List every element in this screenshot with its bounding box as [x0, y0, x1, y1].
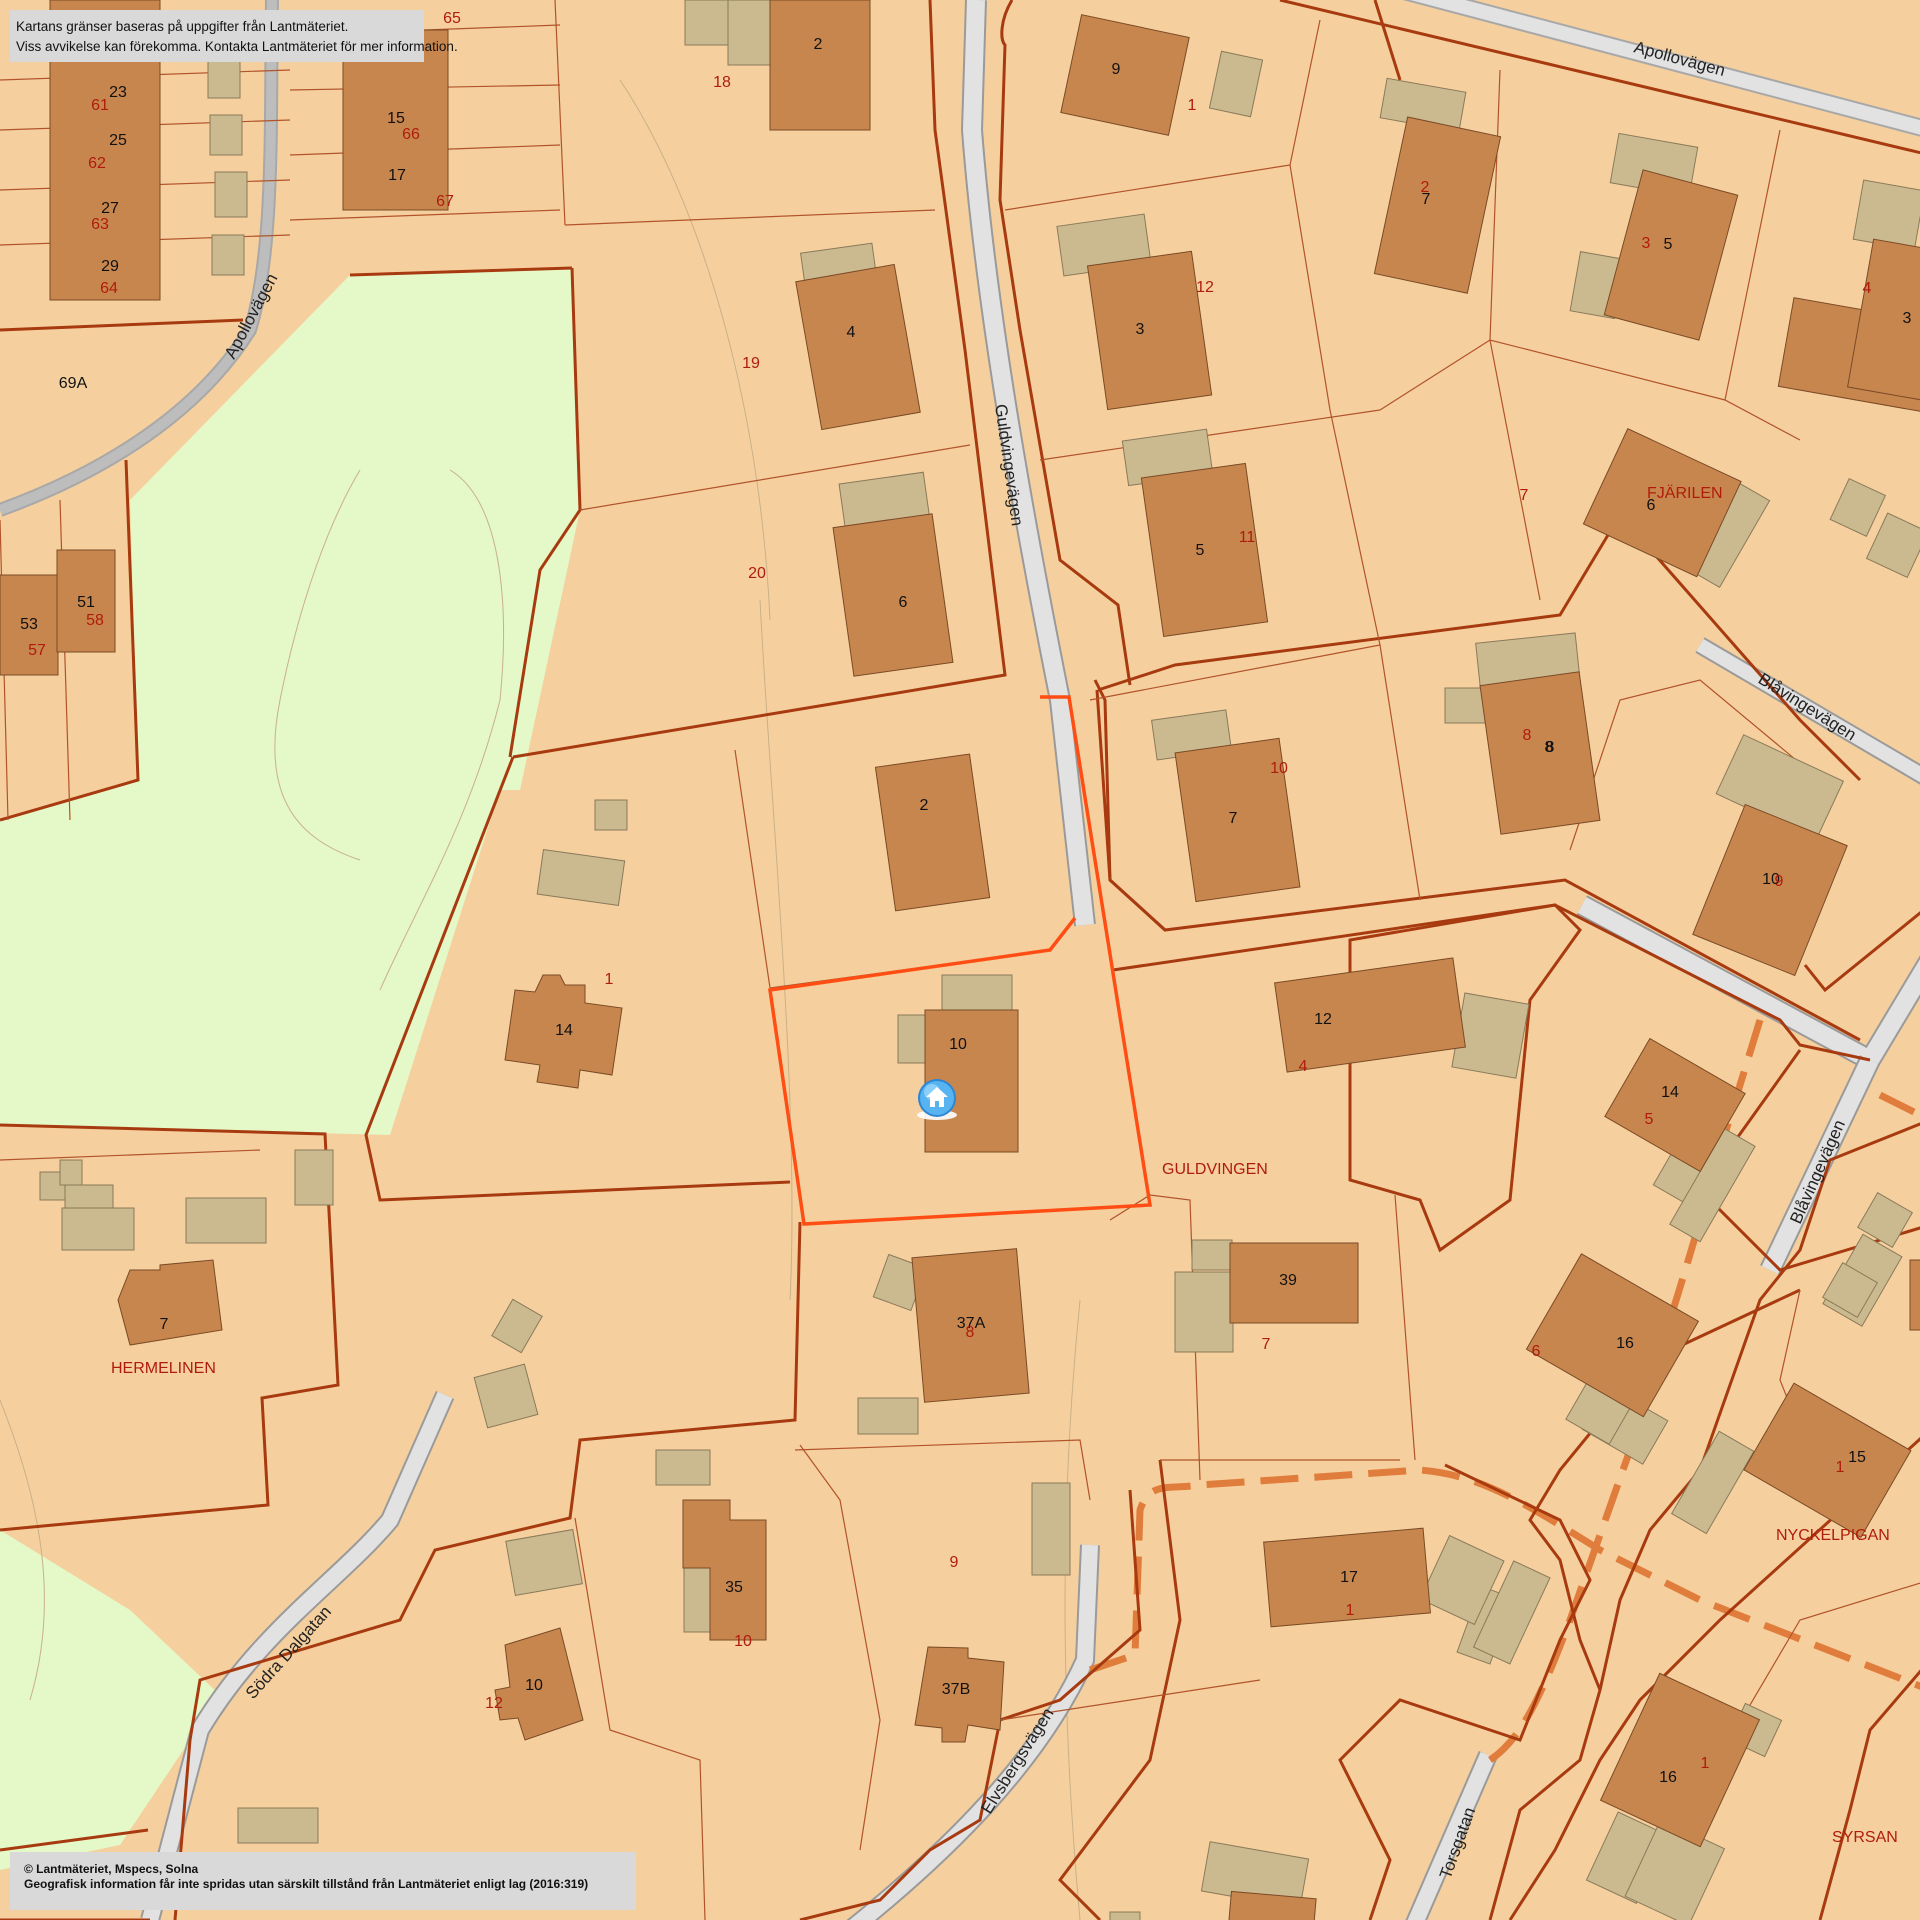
house-number: 2: [814, 36, 823, 53]
parcel-number: 58: [86, 612, 104, 629]
house-number: 6: [1647, 497, 1656, 514]
block-label-fjarilen: FJÄRILEN: [1647, 484, 1723, 502]
parcel-number: 1: [1836, 1459, 1845, 1476]
house-number: 3: [1903, 310, 1912, 327]
house-number: 10: [525, 1677, 543, 1694]
house-number: 8: [1545, 739, 1554, 756]
parcel-number: 8: [1523, 727, 1532, 744]
parcel-number: 4: [1299, 1058, 1308, 1075]
parcel-number: 12: [485, 1695, 503, 1712]
house-number: 5: [1664, 236, 1673, 253]
parcel-number: 9: [1775, 873, 1784, 890]
parcel-number: 1: [1346, 1602, 1355, 1619]
parcel-number: 1: [605, 971, 614, 988]
parcel-number: 5: [1645, 1111, 1654, 1128]
boundary-disclaimer: Kartans gränser baseras på uppgifter frå…: [10, 10, 458, 62]
house-number: 51: [77, 594, 95, 611]
block-label-syrsan: SYRSAN: [1832, 1829, 1898, 1846]
parcel-number: 66: [402, 126, 420, 143]
disclaimer-line-1: Kartans gränser baseras på uppgifter frå…: [16, 19, 349, 34]
parcel-number: 57: [28, 642, 46, 659]
house-number: 23: [109, 84, 127, 101]
block-label-nyckelpigan: NYCKELPIGAN: [1776, 1527, 1890, 1544]
parcel-number: 63: [91, 216, 109, 233]
house-number: 27: [101, 200, 119, 217]
parcel-number: 11: [1239, 529, 1256, 546]
house-number: 16: [1616, 1335, 1634, 1352]
house-number: 15: [387, 110, 405, 127]
house-number: 3: [1136, 321, 1145, 338]
parcel-number: 1: [1701, 1755, 1710, 1772]
house-number: 14: [555, 1022, 573, 1039]
parcel-number: 3: [1642, 235, 1651, 252]
house-number: 7: [1229, 810, 1238, 827]
house-number: 16: [1659, 1769, 1677, 1786]
parcel-number: 64: [100, 280, 118, 297]
house-number: 53: [20, 616, 38, 633]
house-number: 69A: [59, 375, 88, 392]
house-number: 25: [109, 132, 127, 149]
parcel-number: 19: [742, 355, 760, 372]
parcel-number: 10: [734, 1633, 752, 1650]
parcel-number: 61: [91, 97, 109, 114]
parcel-number: 67: [436, 193, 454, 210]
house-number: 5: [1196, 542, 1205, 559]
parcel-number: 7: [1520, 487, 1529, 504]
parcel-number: 4: [1863, 280, 1872, 297]
house-number: 4: [847, 324, 856, 341]
copyright-notice: © Lantmäteriet, Mspecs, Solna Geografisk…: [10, 1852, 636, 1910]
parcel-number: 18: [713, 74, 731, 91]
house-number: 9: [1112, 61, 1121, 78]
parcel-number: 9: [950, 1554, 959, 1571]
disclaimer-line-2: Viss avvikelse kan förekomma. Kontakta L…: [16, 39, 458, 54]
house-number: 29: [101, 258, 119, 275]
parcel-number: 6: [1532, 1343, 1541, 1360]
house-number: 2: [920, 797, 929, 814]
house-number: 39: [1279, 1272, 1297, 1289]
parcel-number: 2: [1421, 179, 1430, 196]
house-number: 7: [160, 1316, 169, 1333]
parcel-number: 1: [1188, 97, 1197, 114]
house-number: 17: [388, 167, 406, 184]
block-label-hermelinen: HERMELINEN: [111, 1360, 216, 1377]
parcel-number: 10: [1270, 760, 1288, 777]
house-number: 15: [1848, 1449, 1866, 1466]
parcel-number: 7: [1262, 1336, 1271, 1353]
house-number: 14: [1661, 1084, 1679, 1101]
parcel-number: 20: [748, 565, 766, 582]
property-map[interactable]: Apollovägen Apollovägen Guldvingevägen B…: [0, 0, 1920, 1920]
parcel-number: 62: [88, 155, 106, 172]
house-number-selected: 10: [949, 1036, 967, 1053]
house-number: 35: [725, 1579, 743, 1596]
parcel-number: 12: [1196, 279, 1214, 296]
parcel-number: 8: [966, 1324, 975, 1341]
copyright-line-2: Geografisk information får inte spridas …: [24, 1877, 589, 1891]
house-number: 12: [1314, 1011, 1332, 1028]
house-number: 37B: [942, 1681, 970, 1698]
house-number: 17: [1340, 1569, 1358, 1586]
copyright-line-1: © Lantmäteriet, Mspecs, Solna: [24, 1862, 199, 1876]
parcel-number: 65: [443, 10, 461, 27]
house-number: 6: [899, 594, 908, 611]
block-label-guldvingen: GULDVINGEN: [1162, 1161, 1268, 1178]
